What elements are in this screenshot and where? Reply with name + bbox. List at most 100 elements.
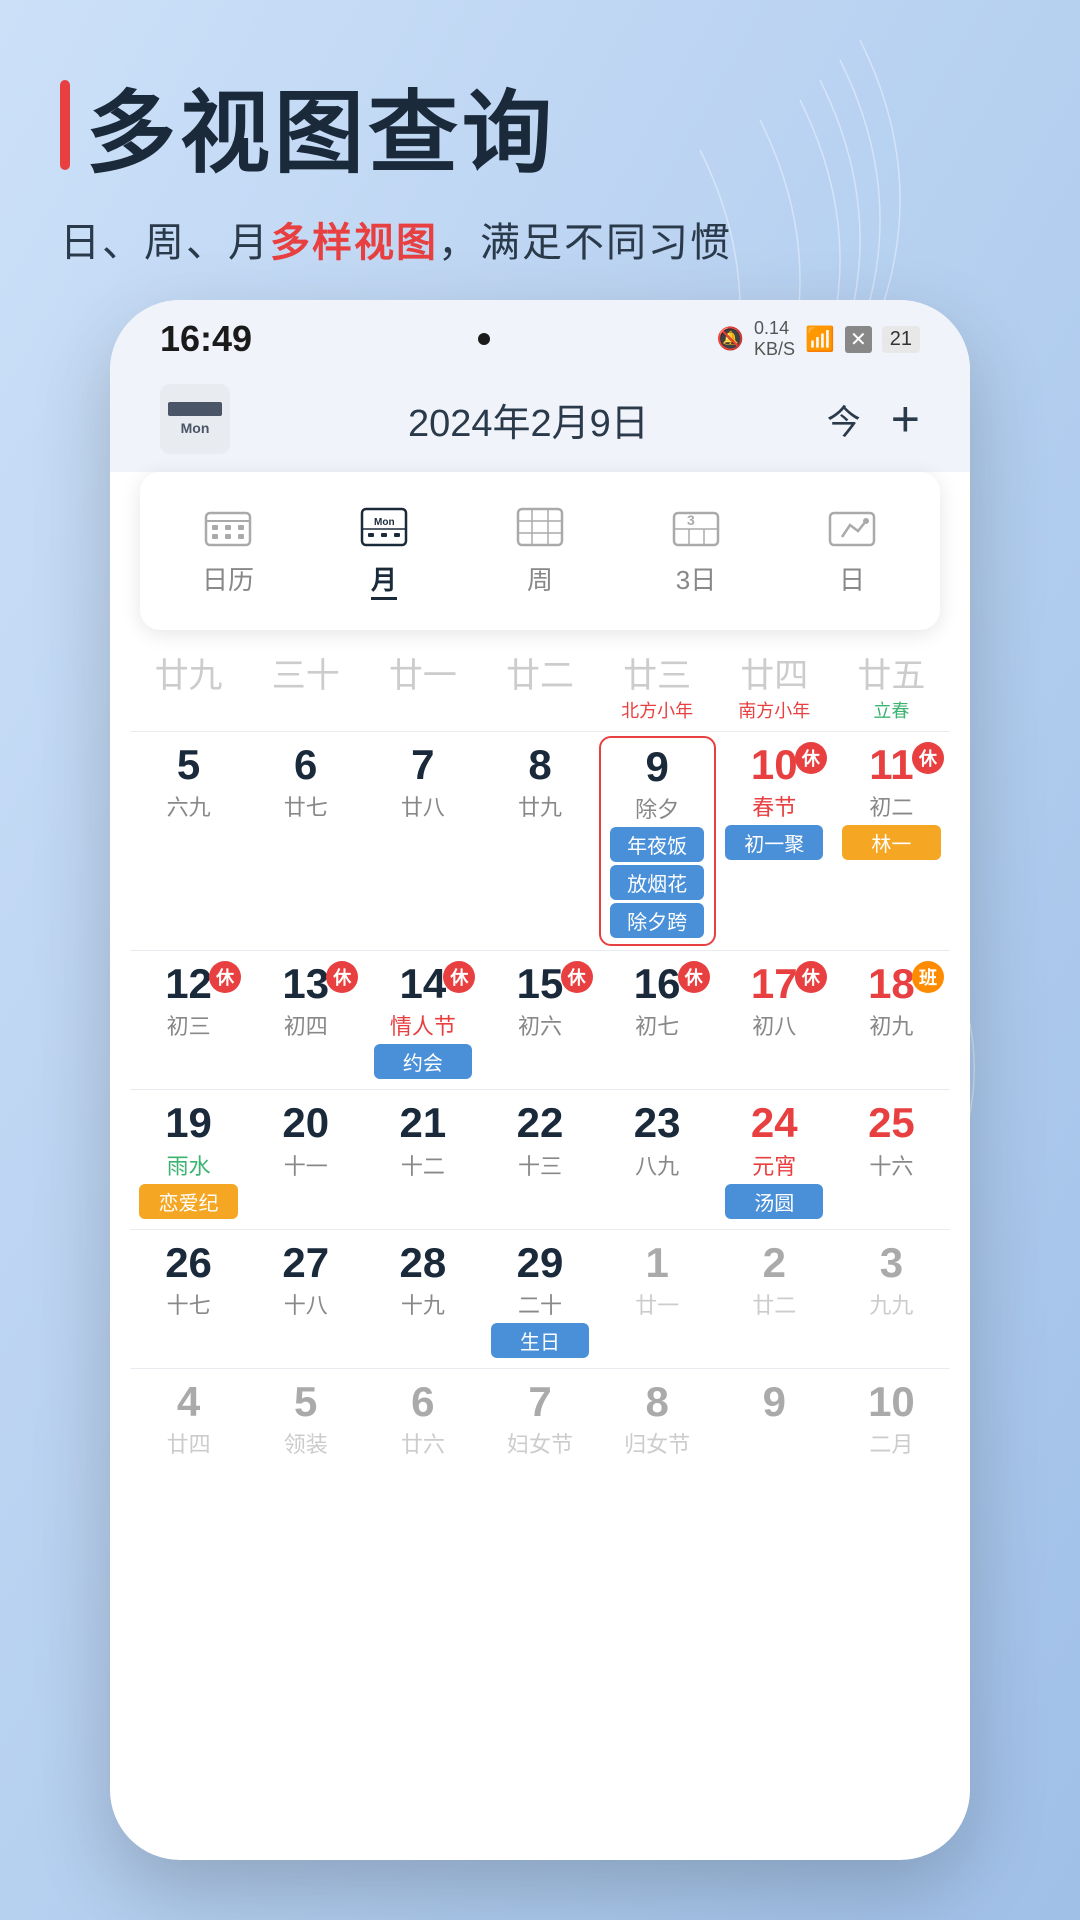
battery-icon: 21 [882, 326, 920, 353]
date-number: 27 [282, 1240, 329, 1286]
cal-cell-7[interactable]: 7 廿八 [364, 736, 481, 946]
cal-cell-14[interactable]: 休 14 情人节 约会 [364, 955, 481, 1085]
date-lunar: 妇女节 [507, 1427, 573, 1459]
cal-cell-22[interactable]: 22 十三 [481, 1094, 598, 1224]
date-lunar: 二十 [518, 1288, 562, 1320]
date-number: 19 [165, 1100, 212, 1146]
three-day-view-icon: 3 [666, 502, 726, 552]
title-area: 多视图查询 日、周、月多样视图，满足不同习惯 [60, 60, 1020, 268]
view-label-calendar: 日历 [202, 560, 254, 597]
today-button[interactable]: 今 [827, 395, 861, 444]
cal-cell-27[interactable]: 27 十八 [247, 1234, 364, 1364]
date-number: 1 [645, 1240, 668, 1286]
date-lunar: 廿一 [635, 1288, 679, 1320]
cal-cell-13[interactable]: 休 13 初四 [247, 955, 364, 1085]
cal-cell-17[interactable]: 休 17 初八 [716, 955, 833, 1085]
subtitle-before: 日、周、月 [60, 221, 270, 265]
view-item-3day[interactable]: 3 3日 [646, 492, 746, 610]
date-number: 24 [751, 1100, 798, 1146]
divider-2 [130, 1089, 950, 1090]
cal-cell-18[interactable]: 班 18 初九 [833, 955, 950, 1085]
cal-row-2: 休 12 初三 休 13 初四 休 14 情人节 约会 休 15 初六 休 [130, 955, 950, 1085]
cal-cell-15[interactable]: 休 15 初六 [481, 955, 598, 1085]
event-tag: 生日 [491, 1323, 589, 1358]
date-number: 17 [751, 961, 798, 1007]
cal-cell-m2[interactable]: 2 廿二 [716, 1234, 833, 1364]
cal-cell-m10[interactable]: 10 二月 [833, 1373, 950, 1493]
date-number: 20 [282, 1100, 329, 1146]
date-number: 8 [528, 742, 551, 788]
date-number: 15 [517, 961, 564, 1007]
date-number: 26 [165, 1240, 212, 1286]
partial-top-row: 廿九 三十 廿一 廿二 廿三 北方小年 廿四 南方小年 廿五 立春 [130, 640, 950, 732]
month-view-icon: Mon [354, 502, 414, 552]
view-item-calendar[interactable]: 日历 [178, 492, 278, 610]
date-number: 6 [411, 1379, 434, 1425]
cal-cell-6[interactable]: 6 廿七 [247, 736, 364, 946]
view-label-3day: 3日 [676, 560, 716, 597]
main-title-text: 多视图查询 [86, 60, 556, 190]
svg-text:3: 3 [687, 512, 695, 528]
cal-cell-25[interactable]: 25 十六 [833, 1094, 950, 1224]
date-number: 8 [645, 1379, 668, 1425]
cal-cell-11[interactable]: 休 11 初二 林一 [833, 736, 950, 946]
event-tag: 年夜饭 [610, 827, 705, 862]
date-lunar: 廿六 [401, 1427, 445, 1459]
partial-cell-4: 廿三 北方小年 [599, 640, 716, 731]
cal-cell-23[interactable]: 23 八九 [599, 1094, 716, 1224]
view-label-week: 周 [527, 560, 553, 597]
cal-cell-29[interactable]: 29 二十 生日 [481, 1234, 598, 1364]
cal-cell-21[interactable]: 21 十二 [364, 1094, 481, 1224]
view-label-month: 月 [371, 560, 397, 600]
cal-cell-26[interactable]: 26 十七 [130, 1234, 247, 1364]
date-lunar: 十九 [401, 1288, 445, 1320]
view-item-day[interactable]: 日 [802, 492, 902, 610]
event-tag: 林一 [842, 825, 940, 860]
cal-cell-m6[interactable]: 6 廿六 [364, 1373, 481, 1493]
cal-cell-m7[interactable]: 7 妇女节 [481, 1373, 598, 1493]
cal-cell-m9[interactable]: 9 [716, 1373, 833, 1493]
cal-cell-28[interactable]: 28 十九 [364, 1234, 481, 1364]
week-view-icon [510, 502, 570, 552]
divider-1 [130, 950, 950, 951]
holiday-badge-work: 班 [912, 961, 944, 993]
event-tag: 除夕跨 [610, 903, 705, 938]
date-number: 25 [868, 1100, 915, 1146]
cal-cell-19[interactable]: 19 雨水 恋爱纪 [130, 1094, 247, 1224]
divider-3 [130, 1229, 950, 1230]
header-date: 2024年2月9日 [408, 392, 649, 447]
cal-cell-m3[interactable]: 3 九九 [833, 1234, 950, 1364]
cal-cell-12[interactable]: 休 12 初三 [130, 955, 247, 1085]
date-number: 10 [751, 742, 798, 788]
add-event-button[interactable]: + [891, 394, 920, 444]
date-lunar: 廿九 [518, 790, 562, 822]
cal-cell-5[interactable]: 5 六九 [130, 736, 247, 946]
event-tag: 初一聚 [725, 825, 823, 860]
cal-cell-16[interactable]: 休 16 初七 [599, 955, 716, 1085]
date-lunar: 领装 [284, 1427, 328, 1459]
date-lunar: 春节 [752, 790, 796, 822]
holiday-badge-rest: 休 [443, 961, 475, 993]
cal-cell-10[interactable]: 休 10 春节 初一聚 [716, 736, 833, 946]
cal-cell-8[interactable]: 8 廿九 [481, 736, 598, 946]
view-switcher: 日历 Mon 月 [140, 472, 940, 630]
view-item-week[interactable]: 周 [490, 492, 590, 610]
divider-4 [130, 1368, 950, 1369]
cal-cell-m4[interactable]: 4 廿四 [130, 1373, 247, 1493]
view-item-month[interactable]: Mon 月 [334, 492, 434, 610]
date-lunar: 十一 [284, 1149, 328, 1181]
date-number: 4 [177, 1379, 200, 1425]
date-number: 5 [294, 1379, 317, 1425]
cal-cell-m5[interactable]: 5 领装 [247, 1373, 364, 1493]
date-lunar: 廿二 [752, 1288, 796, 1320]
cal-cell-m1[interactable]: 1 廿一 [599, 1234, 716, 1364]
cal-cell-20[interactable]: 20 十一 [247, 1094, 364, 1224]
event-tag: 放烟花 [610, 865, 705, 900]
app-header: Mon 2024年2月9日 今 + [110, 370, 970, 472]
date-number: 5 [177, 742, 200, 788]
cal-cell-m8[interactable]: 8 归女节 [599, 1373, 716, 1493]
date-lunar: 元宵 [752, 1149, 796, 1181]
cal-cell-24[interactable]: 24 元宵 汤圆 [716, 1094, 833, 1224]
cal-cell-9-today[interactable]: 9 除夕 年夜饭 放烟花 除夕跨 [599, 736, 716, 946]
mon-calendar-icon[interactable]: Mon [160, 384, 230, 454]
